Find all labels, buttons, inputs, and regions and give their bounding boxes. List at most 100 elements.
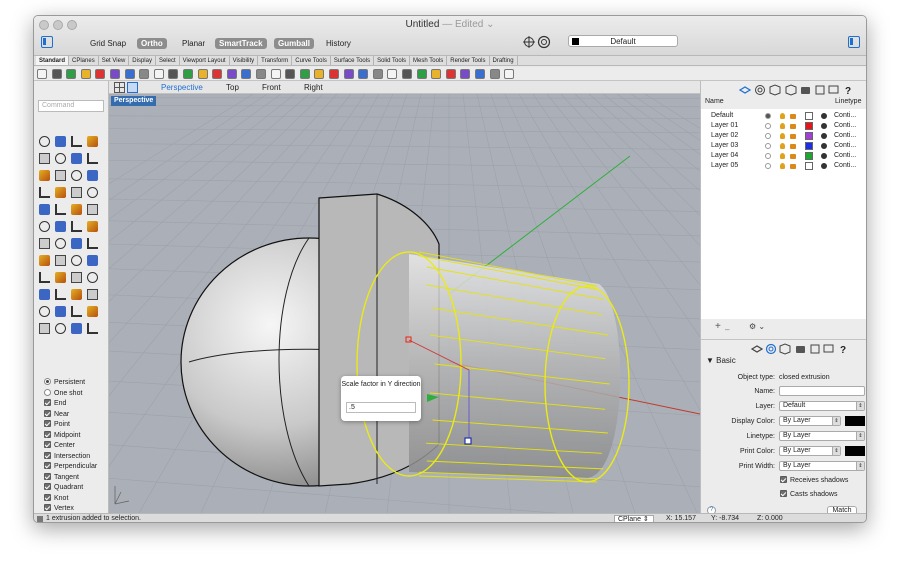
group-tool-icon[interactable] — [71, 272, 82, 283]
layers-name-header[interactable]: Name — [705, 98, 724, 105]
gumball-handle[interactable] — [464, 437, 472, 445]
layer-color-swatch[interactable] — [805, 132, 813, 140]
osnap-near[interactable]: Near — [44, 409, 69, 420]
history-toggle[interactable]: History — [322, 38, 355, 49]
print-color-swatch[interactable] — [845, 446, 865, 456]
right-sidebar-toggle-icon[interactable] — [848, 36, 860, 48]
rotate-tool-icon[interactable] — [71, 238, 82, 249]
toolbar-tab-select[interactable]: Select — [156, 56, 180, 65]
sphere-tool-icon[interactable] — [55, 187, 66, 198]
command-input[interactable]: Command — [38, 100, 104, 112]
hatch-tool-icon[interactable] — [39, 272, 50, 283]
move-tool-icon[interactable] — [39, 238, 50, 249]
osnap-midpoint[interactable]: Midpoint — [44, 430, 80, 441]
viewport-name-label[interactable]: Perspective — [111, 96, 157, 106]
analyze-icon[interactable] — [460, 69, 471, 79]
toolbar-tab-visibility[interactable]: Visibility — [230, 56, 259, 65]
help-icon[interactable] — [504, 69, 515, 79]
text-tool-icon[interactable] — [71, 255, 82, 266]
tab-top[interactable]: Top — [226, 82, 239, 93]
current-layer-radio[interactable] — [765, 123, 771, 129]
toolbar-tab-transform[interactable]: Transform — [258, 56, 293, 65]
curve-tool-icon[interactable] — [87, 136, 98, 147]
copy-icon[interactable] — [124, 69, 135, 79]
polyline-tool-icon[interactable] — [71, 136, 82, 147]
planar-toggle[interactable]: Planar — [178, 38, 209, 49]
receives-shadows-checkbox[interactable]: Receives shadows — [780, 476, 848, 484]
match-prop-tool-icon[interactable] — [55, 323, 66, 334]
paint-tool-icon[interactable] — [71, 323, 82, 334]
layer-color-swatch[interactable] — [805, 142, 813, 150]
arc-tool-icon[interactable] — [55, 153, 66, 164]
osnap-target-icon[interactable] — [523, 35, 551, 49]
select-all-icon[interactable] — [270, 69, 281, 79]
scale-tool-icon[interactable] — [87, 238, 98, 249]
toolbar-tab-viewport-layout[interactable]: Viewport Layout — [180, 56, 230, 65]
mirror-tool-icon[interactable] — [39, 255, 50, 266]
panel-tabs-icons[interactable]: ? — [739, 84, 859, 96]
named-views-icon[interactable] — [402, 69, 412, 79]
split-tool-icon[interactable] — [71, 221, 82, 232]
gumball-toggle[interactable]: Gumball — [274, 38, 315, 49]
layer-name[interactable]: Layer 03 — [711, 141, 738, 151]
viewport-layout-icon[interactable] — [114, 82, 138, 93]
surface-tool-icon[interactable] — [55, 289, 66, 300]
current-layer-radio[interactable] — [765, 153, 771, 159]
fill-tool-icon[interactable] — [87, 323, 98, 334]
lock-icon[interactable] — [790, 164, 796, 169]
layer-row[interactable]: Default Conti... — [701, 111, 866, 121]
block-tool-icon[interactable] — [55, 272, 66, 283]
analyze-dir-tool-icon[interactable] — [87, 272, 98, 283]
current-layer-dropdown[interactable]: Default — [568, 35, 678, 47]
new-file-icon[interactable] — [37, 69, 47, 79]
osnap-intersection[interactable]: Intersection — [44, 451, 90, 462]
osnap-tangent[interactable]: Tangent — [44, 472, 79, 483]
layers-linetype-header[interactable]: Linetype — [835, 98, 861, 105]
lock-icon[interactable] — [790, 134, 796, 139]
osnap-point[interactable]: Point — [44, 420, 70, 430]
render-tool-tool-icon[interactable] — [39, 323, 50, 334]
render-icon[interactable] — [343, 69, 354, 79]
layer-icon[interactable] — [314, 69, 325, 79]
lock-icon[interactable] — [299, 69, 310, 79]
zebra-tool-icon[interactable] — [87, 289, 98, 300]
circle-tool-icon[interactable] — [39, 153, 50, 164]
select-tool-icon[interactable] — [39, 136, 50, 147]
material-icon[interactable] — [821, 163, 827, 169]
material-icon[interactable] — [358, 69, 369, 79]
properties-icon[interactable] — [329, 69, 339, 79]
point-off-icon[interactable] — [489, 69, 500, 79]
rotate-view-icon[interactable] — [197, 69, 208, 79]
layer-row[interactable]: Layer 01 Conti... — [701, 121, 866, 131]
layout-tool-icon[interactable] — [39, 306, 50, 317]
lights-tool-icon[interactable] — [71, 306, 82, 317]
trim-tool-icon[interactable] — [87, 221, 98, 232]
curvature-tool-icon[interactable] — [71, 289, 82, 300]
layer-row[interactable]: Layer 04 Conti... — [701, 151, 866, 161]
layer-linetype[interactable]: Conti... — [834, 151, 856, 161]
print-color-select[interactable]: By Layer ⇕ — [779, 446, 841, 456]
cone-tool-icon[interactable] — [87, 187, 98, 198]
tab-perspective[interactable]: Perspective — [161, 82, 203, 93]
layer-linetype[interactable]: Conti... — [834, 111, 856, 121]
layer-linetype[interactable]: Conti... — [834, 131, 856, 141]
visibility-bulb-icon[interactable] — [780, 143, 785, 149]
scale-factor-input[interactable]: .5 — [346, 402, 416, 413]
layer-name[interactable]: Layer 04 — [711, 151, 738, 161]
revolve-tool-icon[interactable] — [87, 204, 98, 215]
layer-row[interactable]: Layer 05 Conti... — [701, 161, 866, 171]
visibility-bulb-icon[interactable] — [780, 133, 785, 139]
polygon-tool-icon[interactable] — [87, 153, 98, 164]
osnap-quadrant[interactable]: Quadrant — [44, 483, 83, 493]
points-on-icon[interactable] — [475, 69, 485, 79]
display-color-select[interactable]: By Layer ⇕ — [779, 416, 841, 426]
toolbar-tab-curve-tools[interactable]: Curve Tools — [292, 56, 331, 65]
visibility-bulb-icon[interactable] — [780, 123, 785, 129]
current-layer-radio[interactable] — [765, 113, 771, 119]
pan-icon[interactable] — [183, 69, 193, 79]
osnap-center[interactable]: Center — [44, 441, 75, 451]
box-tool-icon[interactable] — [39, 187, 50, 198]
camera-tool-icon[interactable] — [87, 306, 98, 317]
visibility-bulb-icon[interactable] — [780, 163, 785, 169]
lock-icon[interactable] — [790, 124, 796, 129]
